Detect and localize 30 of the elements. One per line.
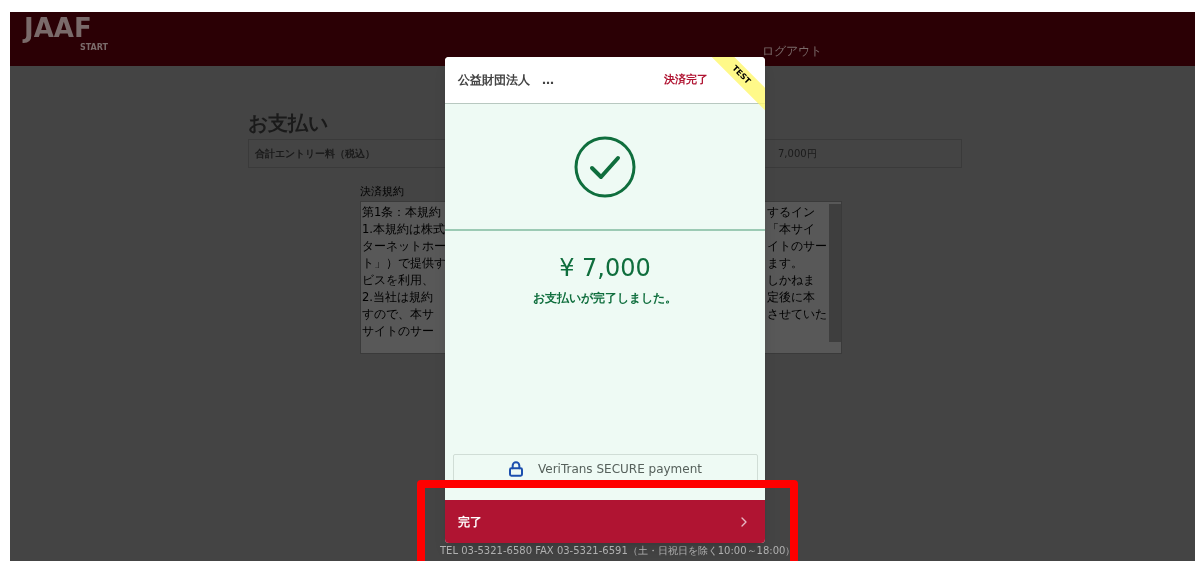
contact-info: TEL 03-5321-6580 FAX 03-5321-6591（土・日祝日を除く10:00～18:00）: [440, 545, 796, 557]
terms-text-line: 第1条：本規約: [362, 203, 443, 221]
success-message: お支払いが完了しました。: [533, 290, 677, 307]
terms-text-line: ト」）で提供す: [362, 254, 445, 272]
more-icon[interactable]: …: [542, 71, 554, 89]
terms-text-line: ます。: [767, 254, 804, 272]
terms-label: 決済規約: [360, 184, 405, 200]
terms-text-line: ターネットホー: [362, 237, 445, 255]
complete-button[interactable]: 完了: [445, 500, 765, 543]
terms-text-line: 1.本規約は株式: [362, 220, 445, 238]
terms-text-line: ビスを利用、: [362, 271, 435, 289]
merchant-name: 公益財団法人: [458, 72, 530, 89]
terms-text-line: するイン: [767, 203, 816, 221]
terms-text-line: 「本サイ: [767, 220, 816, 238]
checkmark-icon: [574, 135, 636, 198]
lock-icon: [508, 461, 524, 477]
amount: ¥ 7,000: [559, 253, 651, 283]
terms-text-line: サイトのサー: [362, 322, 435, 340]
logo[interactable]: JAAF: [24, 14, 104, 42]
terms-text-line: 定後に本: [767, 288, 816, 306]
terms-text-line: すので、本サ: [362, 305, 435, 323]
logout-link[interactable]: ログアウト: [762, 42, 822, 60]
logo-subtitle: START: [79, 43, 108, 54]
secure-label: VeriTrans SECURE payment: [538, 461, 702, 478]
terms-text-line: させていた: [767, 305, 828, 323]
terms-text-line: しかねま: [767, 271, 816, 289]
terms-text-line: イトのサー: [767, 237, 828, 255]
scrollbar[interactable]: [829, 203, 841, 342]
status-label: 決済完了: [664, 71, 708, 88]
terms-text-line: 2.当社は規約: [362, 288, 434, 306]
